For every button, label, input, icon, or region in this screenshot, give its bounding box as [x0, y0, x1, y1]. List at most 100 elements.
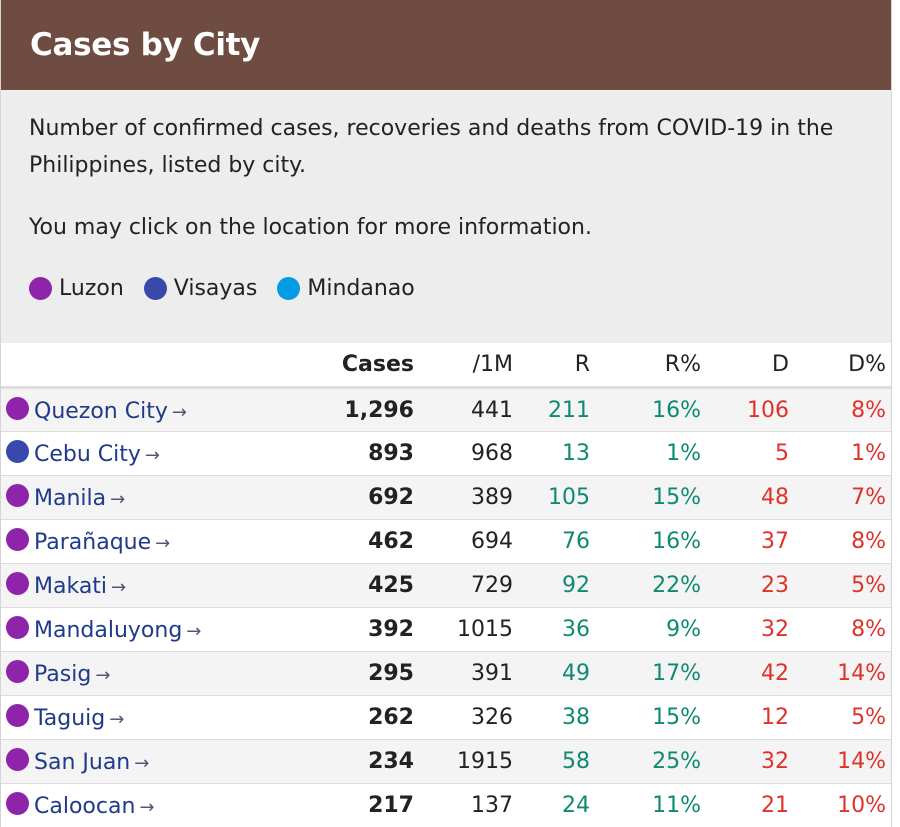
arrow-right-icon: →: [111, 577, 127, 598]
cases-cell: 392: [368, 617, 414, 642]
city-link[interactable]: Manila: [34, 486, 106, 511]
city-link[interactable]: Parañaque: [34, 530, 151, 555]
city-link[interactable]: Cebu City: [34, 442, 141, 467]
legend-label-mindanao: Mindanao: [307, 276, 415, 301]
per-million-cell: 968: [471, 441, 513, 466]
luzon-dot-icon: [6, 704, 29, 727]
city-link[interactable]: Quezon City: [34, 399, 168, 424]
table-row: Taguig → 262 326 38 15% 12 5%: [1, 695, 891, 740]
luzon-dot-icon: [6, 660, 29, 683]
per-million-cell: 137: [471, 793, 513, 818]
cases-cell: 462: [368, 529, 414, 554]
cases-cell: 893: [368, 441, 414, 466]
table-body: Quezon City → 1,296 441 211 16% 106 8% Ce…: [1, 387, 891, 827]
luzon-dot-icon: [6, 748, 29, 771]
recovered-pct-cell: 9%: [666, 617, 701, 642]
location-cell: Makati →: [1, 564, 329, 608]
cases-by-city-card: Cases by City Number of confirmed cases,…: [0, 0, 892, 827]
deaths-pct-cell: 10%: [837, 793, 886, 818]
cases-cell: 1,296: [344, 397, 414, 423]
city-link[interactable]: Caloocan: [34, 794, 135, 819]
deaths-pct-cell: 5%: [851, 573, 886, 598]
recovered-pct-cell: 17%: [652, 661, 701, 686]
table-row: Manila → 692 389 105 15% 48 7%: [1, 475, 891, 520]
luzon-dot-icon: [6, 792, 29, 815]
header-deaths-pct[interactable]: D%: [789, 343, 891, 389]
card-title: Cases by City: [30, 27, 261, 63]
arrow-right-icon: →: [110, 489, 126, 510]
recovered-cell: 58: [562, 749, 590, 774]
table-row: San Juan → 234 1915 58 25% 32 14%: [1, 739, 891, 784]
hint-text: You may click on the location for more i…: [29, 215, 592, 240]
per-million-cell: 326: [471, 705, 513, 730]
header-cases[interactable]: Cases: [329, 343, 414, 389]
recovered-cell: 211: [548, 397, 590, 423]
deaths-pct-cell: 8%: [851, 529, 886, 554]
visayas-dot-icon: [143, 277, 167, 300]
arrow-right-icon: →: [95, 665, 111, 686]
cases-cell: 262: [368, 705, 414, 730]
luzon-dot-icon: [6, 572, 29, 595]
city-link[interactable]: Mandaluyong: [34, 618, 182, 643]
city-link[interactable]: Pasig: [34, 662, 91, 687]
location-cell: Taguig →: [1, 696, 329, 740]
cases-cell: 692: [368, 485, 414, 510]
cases-cell: 217: [368, 793, 414, 818]
recovered-pct-cell: 22%: [652, 573, 701, 598]
mindanao-dot-icon: [277, 277, 301, 300]
recovered-pct-cell: 11%: [652, 793, 701, 818]
city-link[interactable]: Taguig: [34, 706, 105, 731]
luzon-dot-icon: [6, 616, 29, 639]
location-cell: Manila →: [1, 476, 329, 520]
luzon-dot-icon: [6, 396, 29, 420]
intro-section: Number of confirmed cases, recoveries an…: [1, 90, 891, 343]
luzon-dot-icon: [6, 484, 29, 507]
per-million-cell: 1915: [457, 749, 513, 774]
location-cell: San Juan →: [1, 740, 329, 784]
recovered-cell: 13: [562, 441, 590, 466]
cases-table: Cases /1M R R% D D% Quezon City → 1,296 4…: [1, 343, 891, 827]
header-recovered-pct[interactable]: R%: [590, 343, 701, 389]
table-header: Cases /1M R R% D D%: [1, 343, 891, 389]
deaths-pct-cell: 8%: [851, 617, 886, 642]
header-per-million[interactable]: /1M: [414, 343, 513, 389]
description-text: Number of confirmed cases, recoveries an…: [29, 116, 834, 178]
deaths-pct-cell: 5%: [851, 705, 886, 730]
table-row: Pasig → 295 391 49 17% 42 14%: [1, 651, 891, 696]
deaths-cell: 12: [761, 705, 789, 730]
per-million-cell: 1015: [457, 617, 513, 642]
header-recovered[interactable]: R: [513, 343, 590, 389]
deaths-cell: 42: [761, 661, 789, 686]
deaths-pct-cell: 14%: [837, 661, 886, 686]
location-cell: Pasig →: [1, 652, 329, 696]
city-link[interactable]: San Juan: [34, 750, 130, 775]
arrow-right-icon: →: [134, 753, 150, 774]
location-cell: Quezon City →: [1, 388, 329, 432]
recovered-cell: 92: [562, 573, 590, 598]
recovered-cell: 49: [562, 661, 590, 686]
recovered-cell: 38: [562, 705, 590, 730]
location-cell: Mandaluyong →: [1, 608, 329, 652]
arrow-right-icon: →: [155, 533, 171, 554]
recovered-pct-cell: 16%: [652, 397, 701, 423]
visayas-dot-icon: [6, 440, 29, 463]
deaths-pct-cell: 8%: [851, 397, 886, 423]
legend-label-visayas: Visayas: [173, 276, 258, 301]
legend-item-mindanao: Mindanao: [277, 270, 415, 307]
deaths-cell: 23: [761, 573, 789, 598]
deaths-pct-cell: 14%: [837, 749, 886, 774]
per-million-cell: 441: [471, 397, 513, 423]
city-link[interactable]: Makati: [34, 574, 107, 599]
per-million-cell: 694: [471, 529, 513, 554]
arrow-right-icon: →: [139, 797, 155, 818]
table-row: Quezon City → 1,296 441 211 16% 106 8%: [1, 387, 891, 432]
header-deaths[interactable]: D: [701, 343, 789, 389]
header-location: [1, 343, 329, 389]
region-legend: Luzon Visayas Mindanao: [29, 270, 863, 307]
per-million-cell: 729: [471, 573, 513, 598]
cases-cell: 234: [368, 749, 414, 774]
recovered-pct-cell: 16%: [652, 529, 701, 554]
deaths-cell: 21: [761, 793, 789, 818]
recovered-pct-cell: 25%: [652, 749, 701, 774]
cases-cell: 425: [368, 573, 414, 598]
